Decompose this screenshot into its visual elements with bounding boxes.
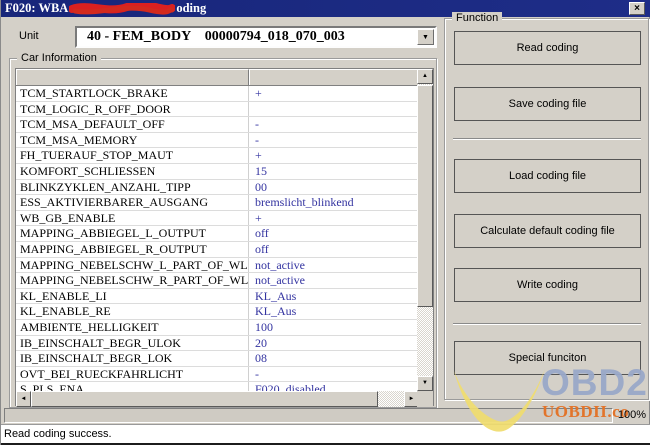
param-value: +	[249, 211, 418, 226]
table-row[interactable]: TCM_LOGIC_R_OFF_DOOR	[16, 102, 418, 118]
car-information-legend: Car Information	[17, 52, 101, 64]
param-name: TCM_MSA_MEMORY	[16, 133, 249, 148]
param-value: +	[249, 148, 418, 163]
param-value: F020_disabled	[249, 382, 418, 391]
param-value: 15	[249, 164, 418, 179]
param-value: 00	[249, 180, 418, 195]
param-value: -	[249, 367, 418, 382]
table-row[interactable]: FH_TUERAUF_STOP_MAUT+	[16, 148, 418, 164]
coding-table-header	[16, 69, 418, 86]
status-bar: Read coding success.	[1, 424, 650, 443]
param-value: not_active	[249, 273, 418, 288]
param-name: S_PLS_ENA	[16, 382, 249, 391]
table-row[interactable]: BLINKZYKLEN_ANZAHL_TIPP00	[16, 180, 418, 196]
function-legend: Function	[452, 12, 502, 24]
param-name: MAPPING_ABBIEGEL_L_OUTPUT	[16, 226, 249, 241]
table-row[interactable]: TCM_MSA_MEMORY-	[16, 133, 418, 149]
param-name: TCM_LOGIC_R_OFF_DOOR	[16, 102, 249, 117]
param-name: KL_ENABLE_RE	[16, 304, 249, 319]
function-groupbox: Function Read coding Save coding file Lo…	[444, 18, 649, 400]
load-coding-file-button[interactable]: Load coding file	[454, 159, 641, 193]
param-name: FH_TUERAUF_STOP_MAUT	[16, 148, 249, 163]
param-name: ESS_AKTIVIERBARER_AUSGANG	[16, 195, 249, 210]
table-row[interactable]: KL_ENABLE_REKL_Aus	[16, 304, 418, 320]
scroll-left-icon[interactable]: ◄	[16, 391, 31, 407]
param-value: -	[249, 117, 418, 132]
param-value: off	[249, 242, 418, 257]
param-value	[249, 102, 418, 117]
header-cell-value[interactable]	[249, 69, 418, 85]
param-name: TCM_MSA_DEFAULT_OFF	[16, 117, 249, 132]
param-value: 08	[249, 351, 418, 366]
progress-percentage: 100%	[615, 409, 649, 421]
param-name: MAPPING_NEBELSCHW_R_PART_OF_WL	[16, 273, 249, 288]
table-row[interactable]: KL_ENABLE_LIKL_Aus	[16, 289, 418, 305]
unit-label: Unit	[19, 30, 39, 42]
table-row[interactable]: MAPPING_ABBIEGEL_L_OUTPUToff	[16, 226, 418, 242]
write-coding-button[interactable]: Write coding	[454, 268, 641, 302]
table-row[interactable]: MAPPING_NEBELSCHW_R_PART_OF_WLnot_active	[16, 273, 418, 289]
param-value: bremslicht_blinkend	[249, 195, 418, 210]
table-row[interactable]: AMBIENTE_HELLIGKEIT100	[16, 320, 418, 336]
param-name: KL_ENABLE_LI	[16, 289, 249, 304]
special-function-button[interactable]: Special funciton	[454, 341, 641, 375]
table-row[interactable]: MAPPING_ABBIEGEL_R_OUTPUToff	[16, 242, 418, 258]
param-value: 20	[249, 336, 418, 351]
coding-table-body: TCM_STARTLOCK_BRAKE+TCM_LOGIC_R_OFF_DOOR…	[16, 86, 418, 391]
param-value: KL_Aus	[249, 289, 418, 304]
status-message: Read coding success.	[4, 428, 112, 440]
param-value: KL_Aus	[249, 304, 418, 319]
param-value: -	[249, 133, 418, 148]
table-row[interactable]: TCM_MSA_DEFAULT_OFF-	[16, 117, 418, 133]
vertical-scrollbar-thumb[interactable]	[417, 85, 433, 307]
close-icon[interactable]: ×	[629, 2, 645, 15]
param-name: MAPPING_ABBIEGEL_R_OUTPUT	[16, 242, 249, 257]
table-row[interactable]: S_PLS_ENAF020_disabled	[16, 382, 418, 391]
param-name: AMBIENTE_HELLIGKEIT	[16, 320, 249, 335]
param-name: OVT_BEI_RUECKFAHRLICHT	[16, 367, 249, 382]
param-name: KOMFORT_SCHLIESSEN	[16, 164, 249, 179]
param-name: TCM_STARTLOCK_BRAKE	[16, 86, 249, 101]
table-row[interactable]: IB_EINSCHALT_BEGR_ULOK20	[16, 336, 418, 352]
scroll-up-icon[interactable]: ▲	[417, 69, 433, 84]
param-value: 100	[249, 320, 418, 335]
unit-combobox-value: 40 - FEM_BODY 00000794_018_070_003	[77, 28, 435, 46]
header-cell-name[interactable]	[16, 69, 249, 85]
unit-combobox[interactable]: 40 - FEM_BODY 00000794_018_070_003 ▼	[75, 26, 437, 48]
horizontal-scrollbar-thumb[interactable]	[31, 391, 378, 407]
param-name: IB_EINSCHALT_BEGR_LOK	[16, 351, 249, 366]
table-row[interactable]: MAPPING_NEBELSCHW_L_PART_OF_WLnot_active	[16, 258, 418, 274]
table-row[interactable]: OVT_BEI_RUECKFAHRLICHT-	[16, 367, 418, 383]
title-bar[interactable]: F020: WBA oding ×	[1, 0, 650, 17]
param-name: WB_GB_ENABLE	[16, 211, 249, 226]
progress-bar	[4, 408, 613, 423]
coding-table: TCM_STARTLOCK_BRAKE+TCM_LOGIC_R_OFF_DOOR…	[15, 68, 434, 406]
table-row[interactable]: WB_GB_ENABLE+	[16, 211, 418, 227]
scroll-down-icon[interactable]: ▼	[417, 376, 433, 391]
vin-redaction-scribble	[69, 3, 175, 15]
save-coding-file-button[interactable]: Save coding file	[454, 87, 641, 121]
window-title-prefix: F020: WBA	[5, 1, 68, 16]
window-title-suffix: oding	[176, 1, 206, 16]
param-value: not_active	[249, 258, 418, 273]
table-row[interactable]: ESS_AKTIVIERBARER_AUSGANGbremslicht_blin…	[16, 195, 418, 211]
window-title: F020: WBA oding	[5, 1, 206, 16]
table-row[interactable]: TCM_STARTLOCK_BRAKE+	[16, 86, 418, 102]
coding-tool-window: F020: WBA oding × Unit 40 - FEM_BODY 0000…	[0, 0, 650, 445]
param-name: MAPPING_NEBELSCHW_L_PART_OF_WL	[16, 258, 249, 273]
vertical-scrollbar[interactable]: ▲ ▼	[417, 69, 433, 391]
table-row[interactable]: IB_EINSCHALT_BEGR_LOK08	[16, 351, 418, 367]
table-row[interactable]: KOMFORT_SCHLIESSEN15	[16, 164, 418, 180]
function-divider-1	[453, 138, 641, 140]
chevron-down-icon[interactable]: ▼	[417, 29, 434, 45]
param-value: +	[249, 86, 418, 101]
horizontal-scrollbar[interactable]: ◄ ►	[16, 391, 419, 407]
param-name: BLINKZYKLEN_ANZAHL_TIPP	[16, 180, 249, 195]
scrollbar-corner	[417, 391, 433, 407]
function-divider-2	[453, 323, 641, 325]
param-value: off	[249, 226, 418, 241]
param-name: IB_EINSCHALT_BEGR_ULOK	[16, 336, 249, 351]
calculate-default-coding-file-button[interactable]: Calculate default coding file	[454, 214, 641, 248]
read-coding-button[interactable]: Read coding	[454, 31, 641, 65]
